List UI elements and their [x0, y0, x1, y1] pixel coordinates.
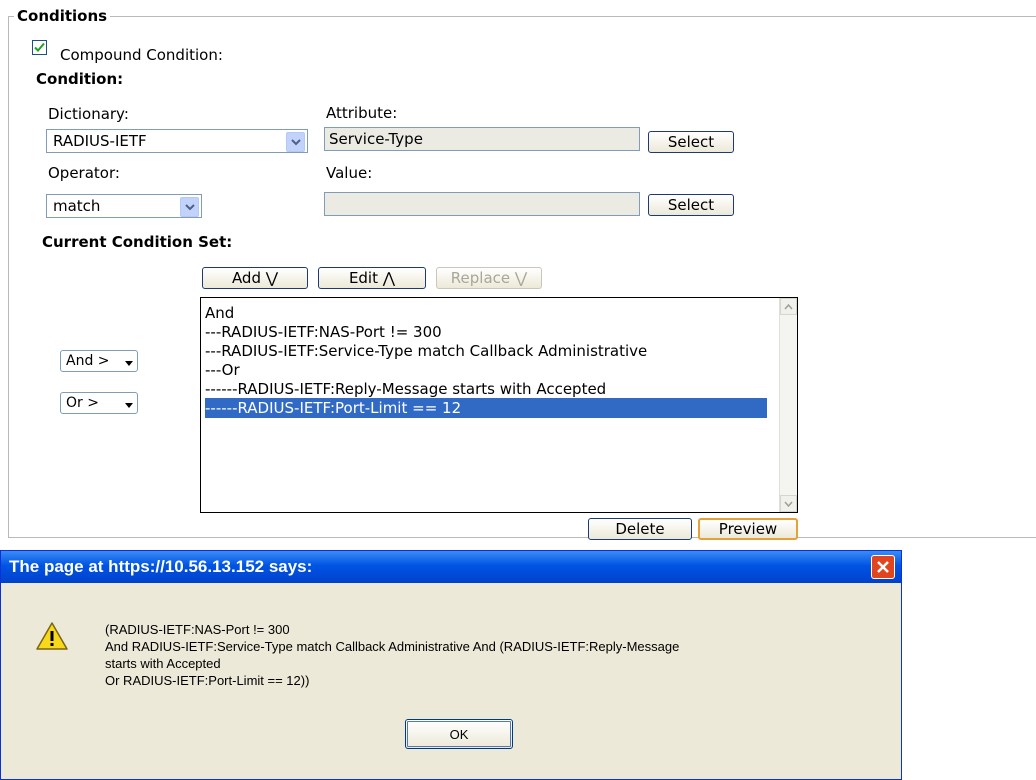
value-label: Value:	[326, 164, 373, 182]
ok-button[interactable]: OK	[405, 719, 513, 749]
and-select-value: And >	[66, 353, 110, 369]
list-item[interactable]: ---RADIUS-IETF:NAS-Port != 300	[205, 322, 442, 342]
list-item[interactable]: And	[205, 303, 234, 323]
alert-dialog: The page at https://10.56.13.152 says: (…	[0, 550, 902, 780]
or-select-value: Or >	[66, 395, 99, 411]
list-item-selected[interactable]: ------RADIUS-IETF:Port-Limit == 12	[205, 398, 767, 418]
scroll-up-icon[interactable]	[780, 298, 797, 315]
compound-condition-checkbox[interactable]	[32, 40, 47, 55]
current-condition-set-heading: Current Condition Set:	[42, 233, 233, 251]
dictionary-label: Dictionary:	[48, 105, 129, 123]
condition-set-listbox[interactable]: And ---RADIUS-IETF:NAS-Port != 300 ---RA…	[200, 297, 798, 513]
listbox-scrollbar[interactable]	[779, 298, 797, 512]
chevron-down-icon[interactable]	[180, 197, 199, 217]
value-select-button[interactable]: Select	[648, 194, 734, 216]
conditions-legend: Conditions	[14, 7, 111, 25]
condition-heading: Condition:	[36, 70, 124, 88]
dialog-title: The page at https://10.56.13.152 says:	[9, 557, 313, 576]
delete-button[interactable]: Delete	[588, 518, 692, 540]
operator-select[interactable]: match	[46, 194, 202, 218]
or-select[interactable]: Or >	[60, 392, 138, 414]
and-select[interactable]: And >	[60, 350, 138, 372]
chevron-down-icon[interactable]	[286, 132, 305, 152]
add-button[interactable]: Add ⋁	[202, 267, 308, 289]
value-field[interactable]	[324, 192, 640, 216]
list-item[interactable]: ------RADIUS-IETF:Reply-Message starts w…	[205, 379, 606, 399]
operator-value: match	[53, 197, 101, 215]
close-icon[interactable]	[871, 555, 895, 579]
dictionary-select[interactable]: RADIUS-IETF	[46, 129, 308, 153]
list-item[interactable]: ---RADIUS-IETF:Service-Type match Callba…	[205, 341, 647, 361]
dictionary-value: RADIUS-IETF	[53, 132, 147, 150]
attribute-field[interactable]: Service-Type	[324, 127, 640, 151]
preview-button[interactable]: Preview	[698, 518, 798, 540]
scroll-down-icon[interactable]	[780, 495, 797, 512]
attribute-select-button[interactable]: Select	[648, 131, 734, 153]
attribute-label: Attribute:	[326, 104, 398, 122]
checkmark-icon	[34, 42, 45, 52]
chevron-down-icon	[125, 355, 133, 371]
chevron-down-icon	[125, 397, 133, 413]
replace-button[interactable]: Replace ⋁	[436, 267, 542, 289]
dialog-titlebar: The page at https://10.56.13.152 says:	[1, 551, 901, 583]
operator-label: Operator:	[48, 164, 120, 182]
warning-icon	[35, 621, 69, 655]
edit-button[interactable]: Edit ⋀	[318, 267, 426, 289]
list-item[interactable]: ---Or	[205, 360, 240, 380]
dialog-message: (RADIUS-IETF:NAS-Port != 300 And RADIUS-…	[105, 622, 680, 688]
compound-condition-label: Compound Condition:	[60, 46, 223, 64]
